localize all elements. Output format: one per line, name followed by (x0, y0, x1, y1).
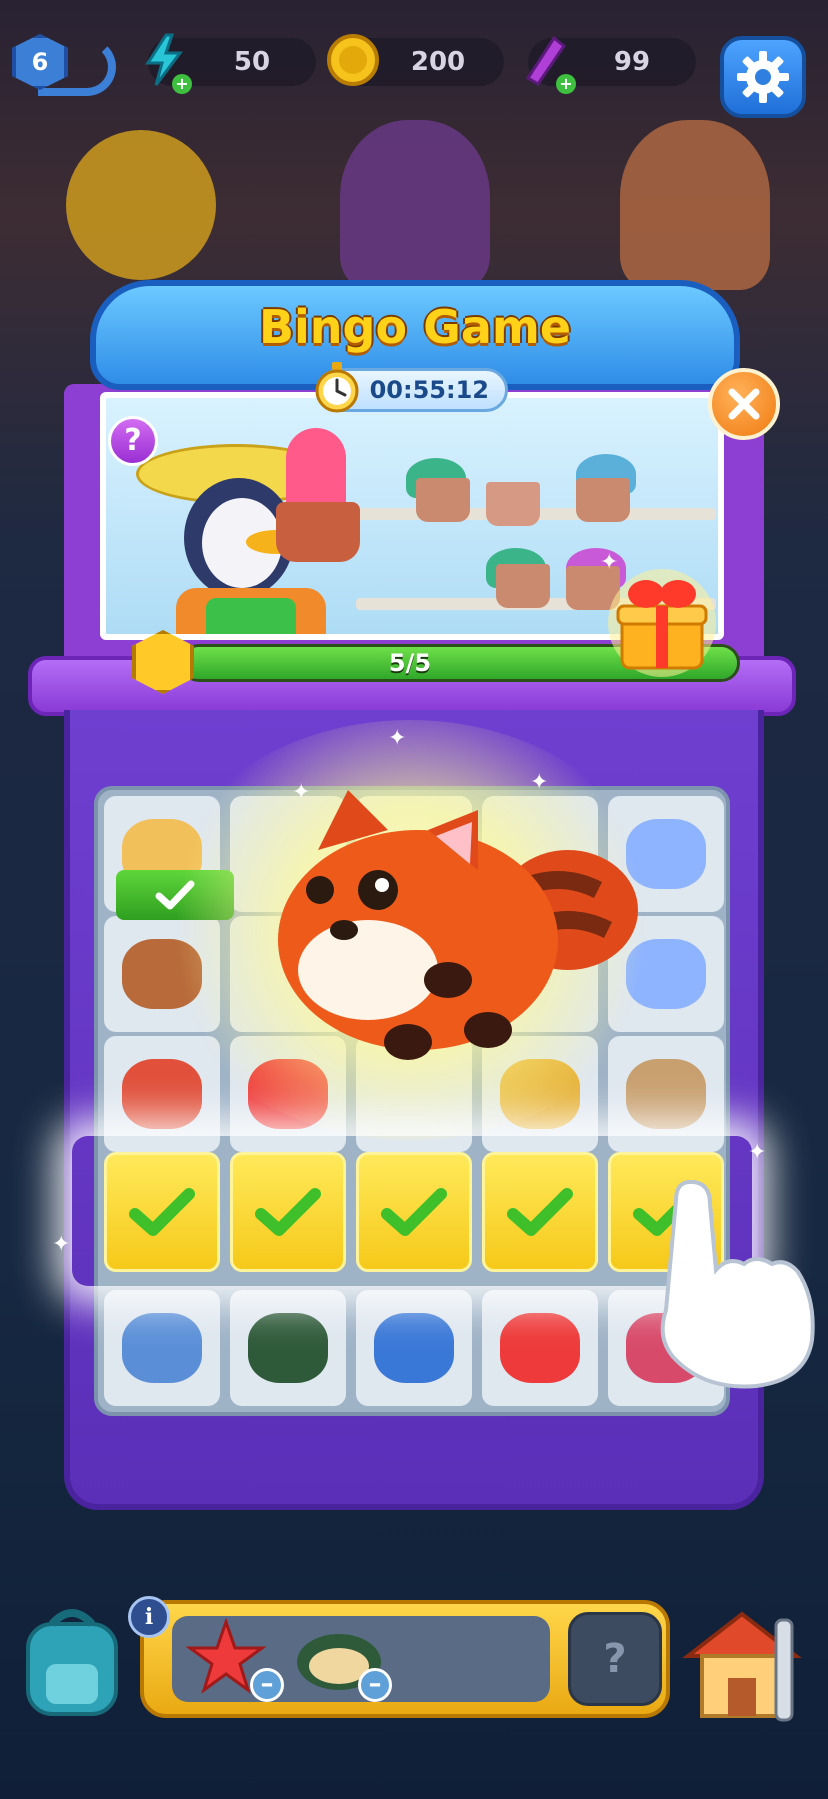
locked-slot-button[interactable]: ? (568, 1612, 662, 1706)
energy-value: 50 (233, 47, 271, 77)
bingo-cell[interactable] (104, 1290, 220, 1406)
chef-character (620, 120, 770, 290)
remove-mussel-button[interactable]: – (358, 1668, 392, 1702)
stopwatch-icon (312, 362, 362, 414)
pointer-hand-icon (636, 1179, 826, 1390)
timer-value: 00:55:12 (369, 376, 489, 404)
flower-pot (276, 502, 360, 562)
bingo-title: Bingo Game (258, 300, 572, 354)
help-button[interactable]: ? (108, 416, 158, 466)
close-button[interactable] (708, 368, 780, 440)
close-icon (728, 388, 760, 420)
blue-vase-icon (374, 1313, 454, 1383)
diver-character (66, 130, 216, 280)
crab-icon (122, 1059, 202, 1129)
mussel-icon (248, 1313, 328, 1383)
sparkle-icon: ✦ (530, 770, 549, 795)
resource-bar: 6 50 + 200 99 + (0, 30, 828, 118)
coin-icon (326, 30, 380, 90)
add-gem-button[interactable]: + (556, 74, 576, 94)
sparkle-icon: ✦ (748, 1140, 767, 1165)
gift-box-icon[interactable] (604, 568, 720, 678)
level-badge[interactable]: 6 (8, 30, 116, 100)
sparkle-icon: ✦ (600, 550, 619, 575)
info-button[interactable]: i (128, 1596, 170, 1638)
sparkle-icon: ✦ (52, 1232, 71, 1257)
gear-icon (737, 51, 789, 103)
progress-label: 5/5 (388, 649, 432, 677)
boat-icon (122, 1313, 202, 1383)
sparkle-icon: ✦ (388, 726, 407, 751)
sparkle-icon: ✦ (292, 780, 311, 805)
add-energy-button[interactable]: + (172, 74, 192, 94)
starfish-icon (500, 1313, 580, 1383)
bingo-cell[interactable] (482, 1290, 598, 1406)
bingo-cell[interactable] (356, 1290, 472, 1406)
remove-starfish-button[interactable]: – (250, 1668, 284, 1702)
backpack-icon[interactable] (18, 1600, 126, 1720)
princess-character (340, 120, 490, 290)
red-panda-reward (258, 780, 648, 1070)
bingo-cell[interactable] (230, 1290, 346, 1406)
gem-value: 99 (613, 47, 651, 77)
settings-button[interactable] (720, 36, 806, 118)
coin-value: 200 (410, 47, 466, 77)
restaurant-house-icon[interactable] (680, 1600, 810, 1730)
